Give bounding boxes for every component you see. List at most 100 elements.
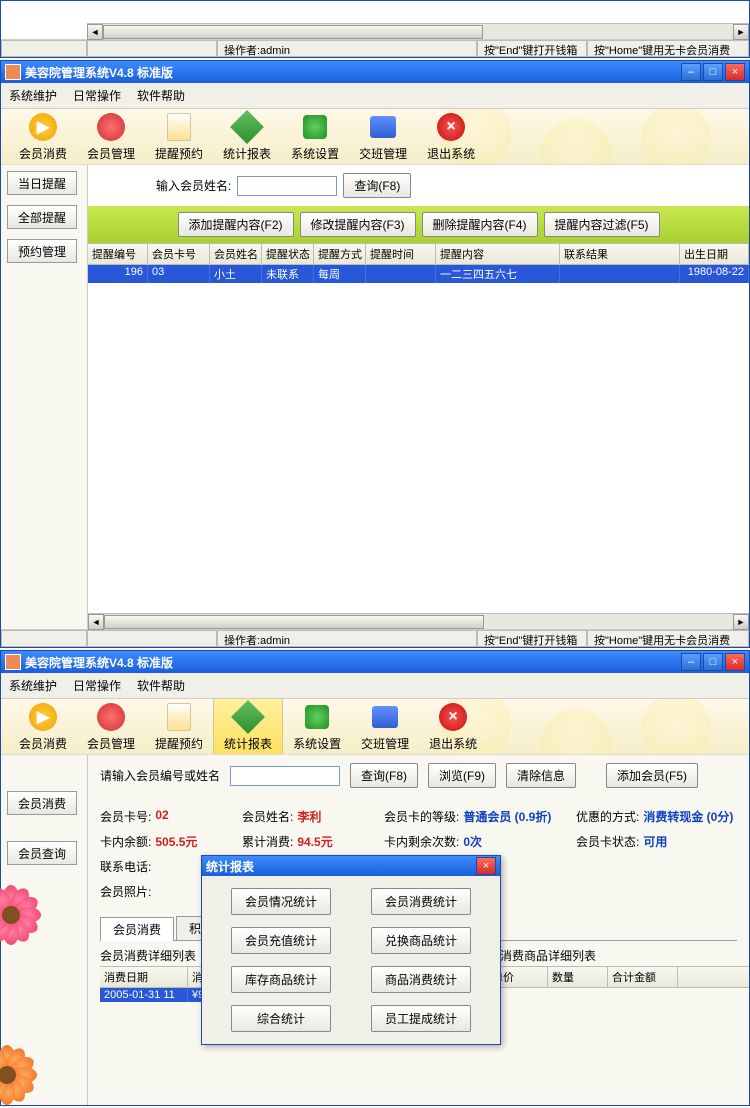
window-title: 美容院管理系统V4.8 标准版 — [25, 654, 681, 671]
user-icon — [97, 113, 125, 141]
card-status: 可用 — [643, 833, 667, 850]
main-pane: 输入会员姓名: 查询(F8) 添加提醒内容(F2) 修改提醒内容(F3) 删除提… — [87, 165, 749, 629]
stats-inventory[interactable]: 库存商品统计 — [231, 966, 331, 993]
table-row[interactable]: 196 03 小土 未联系 每周 一二三四五六七 1980-08-22 — [88, 265, 749, 283]
tool-settings[interactable]: 系统设置 — [283, 699, 351, 754]
minimize-button[interactable]: – — [681, 653, 701, 671]
titlebar[interactable]: 美容院管理系统V4.8 标准版 – □ × — [1, 651, 749, 673]
menu-daily[interactable]: 日常操作 — [69, 85, 125, 106]
tool-members[interactable]: 会员管理 — [77, 109, 145, 164]
browse-button[interactable]: 浏览(F9) — [428, 763, 496, 788]
app-icon — [5, 654, 21, 670]
tool-stats[interactable]: 统计报表 — [213, 699, 283, 755]
scrollbar-h[interactable]: ◄ ► — [88, 613, 749, 629]
scroll-left[interactable]: ◄ — [88, 614, 104, 630]
dialog-titlebar[interactable]: 统计报表 × — [202, 856, 500, 876]
discount-type: 消费转现金 (0分) — [643, 808, 733, 825]
tool-shift[interactable]: 交班管理 — [349, 109, 417, 164]
side-consume[interactable]: 会员消费 — [7, 791, 77, 815]
tool-exit[interactable]: ×退出系统 — [417, 109, 485, 164]
exit-icon: × — [439, 703, 467, 731]
scroll-right[interactable]: ► — [733, 614, 749, 630]
sidebar: 会员消费 会员查询 — [1, 755, 87, 1105]
tool-shift[interactable]: 交班管理 — [351, 699, 419, 754]
member-name-input[interactable] — [237, 176, 337, 196]
window-remnant: ◄ ► 操作者:admin 按"End"键打开钱箱 按"Home"键用无卡会员消… — [0, 0, 750, 58]
stats-recharge[interactable]: 会员充值统计 — [231, 927, 331, 954]
swap-icon — [372, 706, 398, 728]
status-hint1: 按"End"键打开钱箱 — [477, 40, 587, 57]
grid-header: 提醒编号 会员卡号 会员姓名 提醒状态 提醒方式 提醒时间 提醒内容 联系结果 … — [88, 243, 749, 265]
query-button[interactable]: 查询(F8) — [350, 763, 418, 788]
tool-exit[interactable]: ×退出系统 — [419, 699, 487, 754]
tool-stats[interactable]: 统计报表 — [213, 109, 281, 164]
stats-product-consume[interactable]: 商品消费统计 — [371, 966, 471, 993]
card-no: 02 — [155, 808, 168, 825]
tool-settings[interactable]: 系统设置 — [281, 109, 349, 164]
app-icon — [5, 64, 21, 80]
member-id-input[interactable] — [230, 766, 340, 786]
dialog-close-button[interactable]: × — [476, 857, 496, 875]
statusbar: 操作者:admin 按"End"键打开钱箱 按"Home"键用无卡会员消费 — [1, 629, 749, 647]
tab-consume[interactable]: 会员消费 — [100, 917, 174, 941]
side-today-remind[interactable]: 当日提醒 — [7, 171, 77, 195]
clear-button[interactable]: 清除信息 — [506, 763, 576, 788]
action-bar: 添加提醒内容(F2) 修改提醒内容(F3) 删除提醒内容(F4) 提醒内容过滤(… — [88, 206, 749, 243]
status-operator: 操作者:admin — [217, 630, 477, 647]
scroll-left[interactable]: ◄ — [87, 24, 103, 40]
menu-daily[interactable]: 日常操作 — [69, 675, 125, 696]
scroll-right[interactable]: ► — [733, 24, 749, 40]
phone-label: 联系电话: — [100, 858, 151, 875]
close-button[interactable]: × — [725, 63, 745, 81]
query-label: 输入会员姓名: — [156, 177, 231, 194]
menu-help[interactable]: 软件帮助 — [133, 85, 189, 106]
close-button[interactable]: × — [725, 653, 745, 671]
menu-system[interactable]: 系统维护 — [5, 85, 61, 106]
delete-remind-button[interactable]: 删除提醒内容(F4) — [422, 212, 538, 237]
scroll-thumb[interactable] — [103, 25, 483, 39]
stats-member-info[interactable]: 会员情况统计 — [231, 888, 331, 915]
add-remind-button[interactable]: 添加提醒内容(F2) — [178, 212, 294, 237]
tool-remind[interactable]: 提醒预约 — [145, 699, 213, 754]
scroll-thumb[interactable] — [104, 615, 484, 629]
side-all-remind[interactable]: 全部提醒 — [7, 205, 77, 229]
maximize-button[interactable]: □ — [703, 653, 723, 671]
maximize-button[interactable]: □ — [703, 63, 723, 81]
side-appointment[interactable]: 预约管理 — [7, 239, 77, 263]
window-member-consume: 美容院管理系统V4.8 标准版 – □ × 系统维护 日常操作 软件帮助 ▶会员… — [0, 650, 750, 1106]
tool-consume[interactable]: ▶会员消费 — [9, 699, 77, 754]
gear-icon — [305, 705, 329, 729]
window-title: 美容院管理系统V4.8 标准版 — [25, 64, 681, 81]
stats-exchange[interactable]: 兑换商品统计 — [371, 927, 471, 954]
window-reminders: 美容院管理系统V4.8 标准版 – □ × 系统维护 日常操作 软件帮助 ▶会员… — [0, 60, 750, 648]
sidebar: 当日提醒 全部提醒 预约管理 — [1, 165, 87, 629]
stats-staff-commission[interactable]: 员工提成统计 — [371, 1005, 471, 1032]
tool-members[interactable]: 会员管理 — [77, 699, 145, 754]
tool-remind[interactable]: 提醒预约 — [145, 109, 213, 164]
stats-consume[interactable]: 会员消费统计 — [371, 888, 471, 915]
menu-system[interactable]: 系统维护 — [5, 675, 61, 696]
stats-dialog: 统计报表 × 会员情况统计 会员充值统计 库存商品统计 综合统计 会员消费统计 … — [201, 855, 501, 1045]
side-member-query[interactable]: 会员查询 — [7, 841, 77, 865]
edit-remind-button[interactable]: 修改提醒内容(F3) — [300, 212, 416, 237]
stats-combined[interactable]: 综合统计 — [231, 1005, 331, 1032]
user-icon — [97, 703, 125, 731]
query-button[interactable]: 查询(F8) — [343, 173, 411, 198]
statusbar: 操作者:admin 按"End"键打开钱箱 按"Home"键用无卡会员消费 — [1, 39, 749, 57]
remain-count: 0次 — [463, 833, 482, 850]
list2-title: 消费商品详细列表 — [500, 947, 737, 964]
photo-label: 会员照片: — [100, 883, 151, 900]
chart-icon — [231, 700, 265, 734]
filter-remind-button[interactable]: 提醒内容过滤(F5) — [544, 212, 660, 237]
minimize-button[interactable]: – — [681, 63, 701, 81]
chart-icon — [230, 110, 264, 144]
toolbar: ▶会员消费 会员管理 提醒预约 统计报表 系统设置 交班管理 ×退出系统 — [1, 699, 749, 755]
titlebar[interactable]: 美容院管理系统V4.8 标准版 – □ × — [1, 61, 749, 83]
play-icon: ▶ — [29, 113, 57, 141]
add-member-button[interactable]: 添加会员(F5) — [606, 763, 698, 788]
toolbar: ▶会员消费 会员管理 提醒预约 统计报表 系统设置 交班管理 ×退出系统 — [1, 109, 749, 165]
tool-consume[interactable]: ▶会员消费 — [9, 109, 77, 164]
gear-icon — [303, 115, 327, 139]
menu-help[interactable]: 软件帮助 — [133, 675, 189, 696]
status-hint2: 按"Home"键用无卡会员消费 — [587, 630, 749, 647]
